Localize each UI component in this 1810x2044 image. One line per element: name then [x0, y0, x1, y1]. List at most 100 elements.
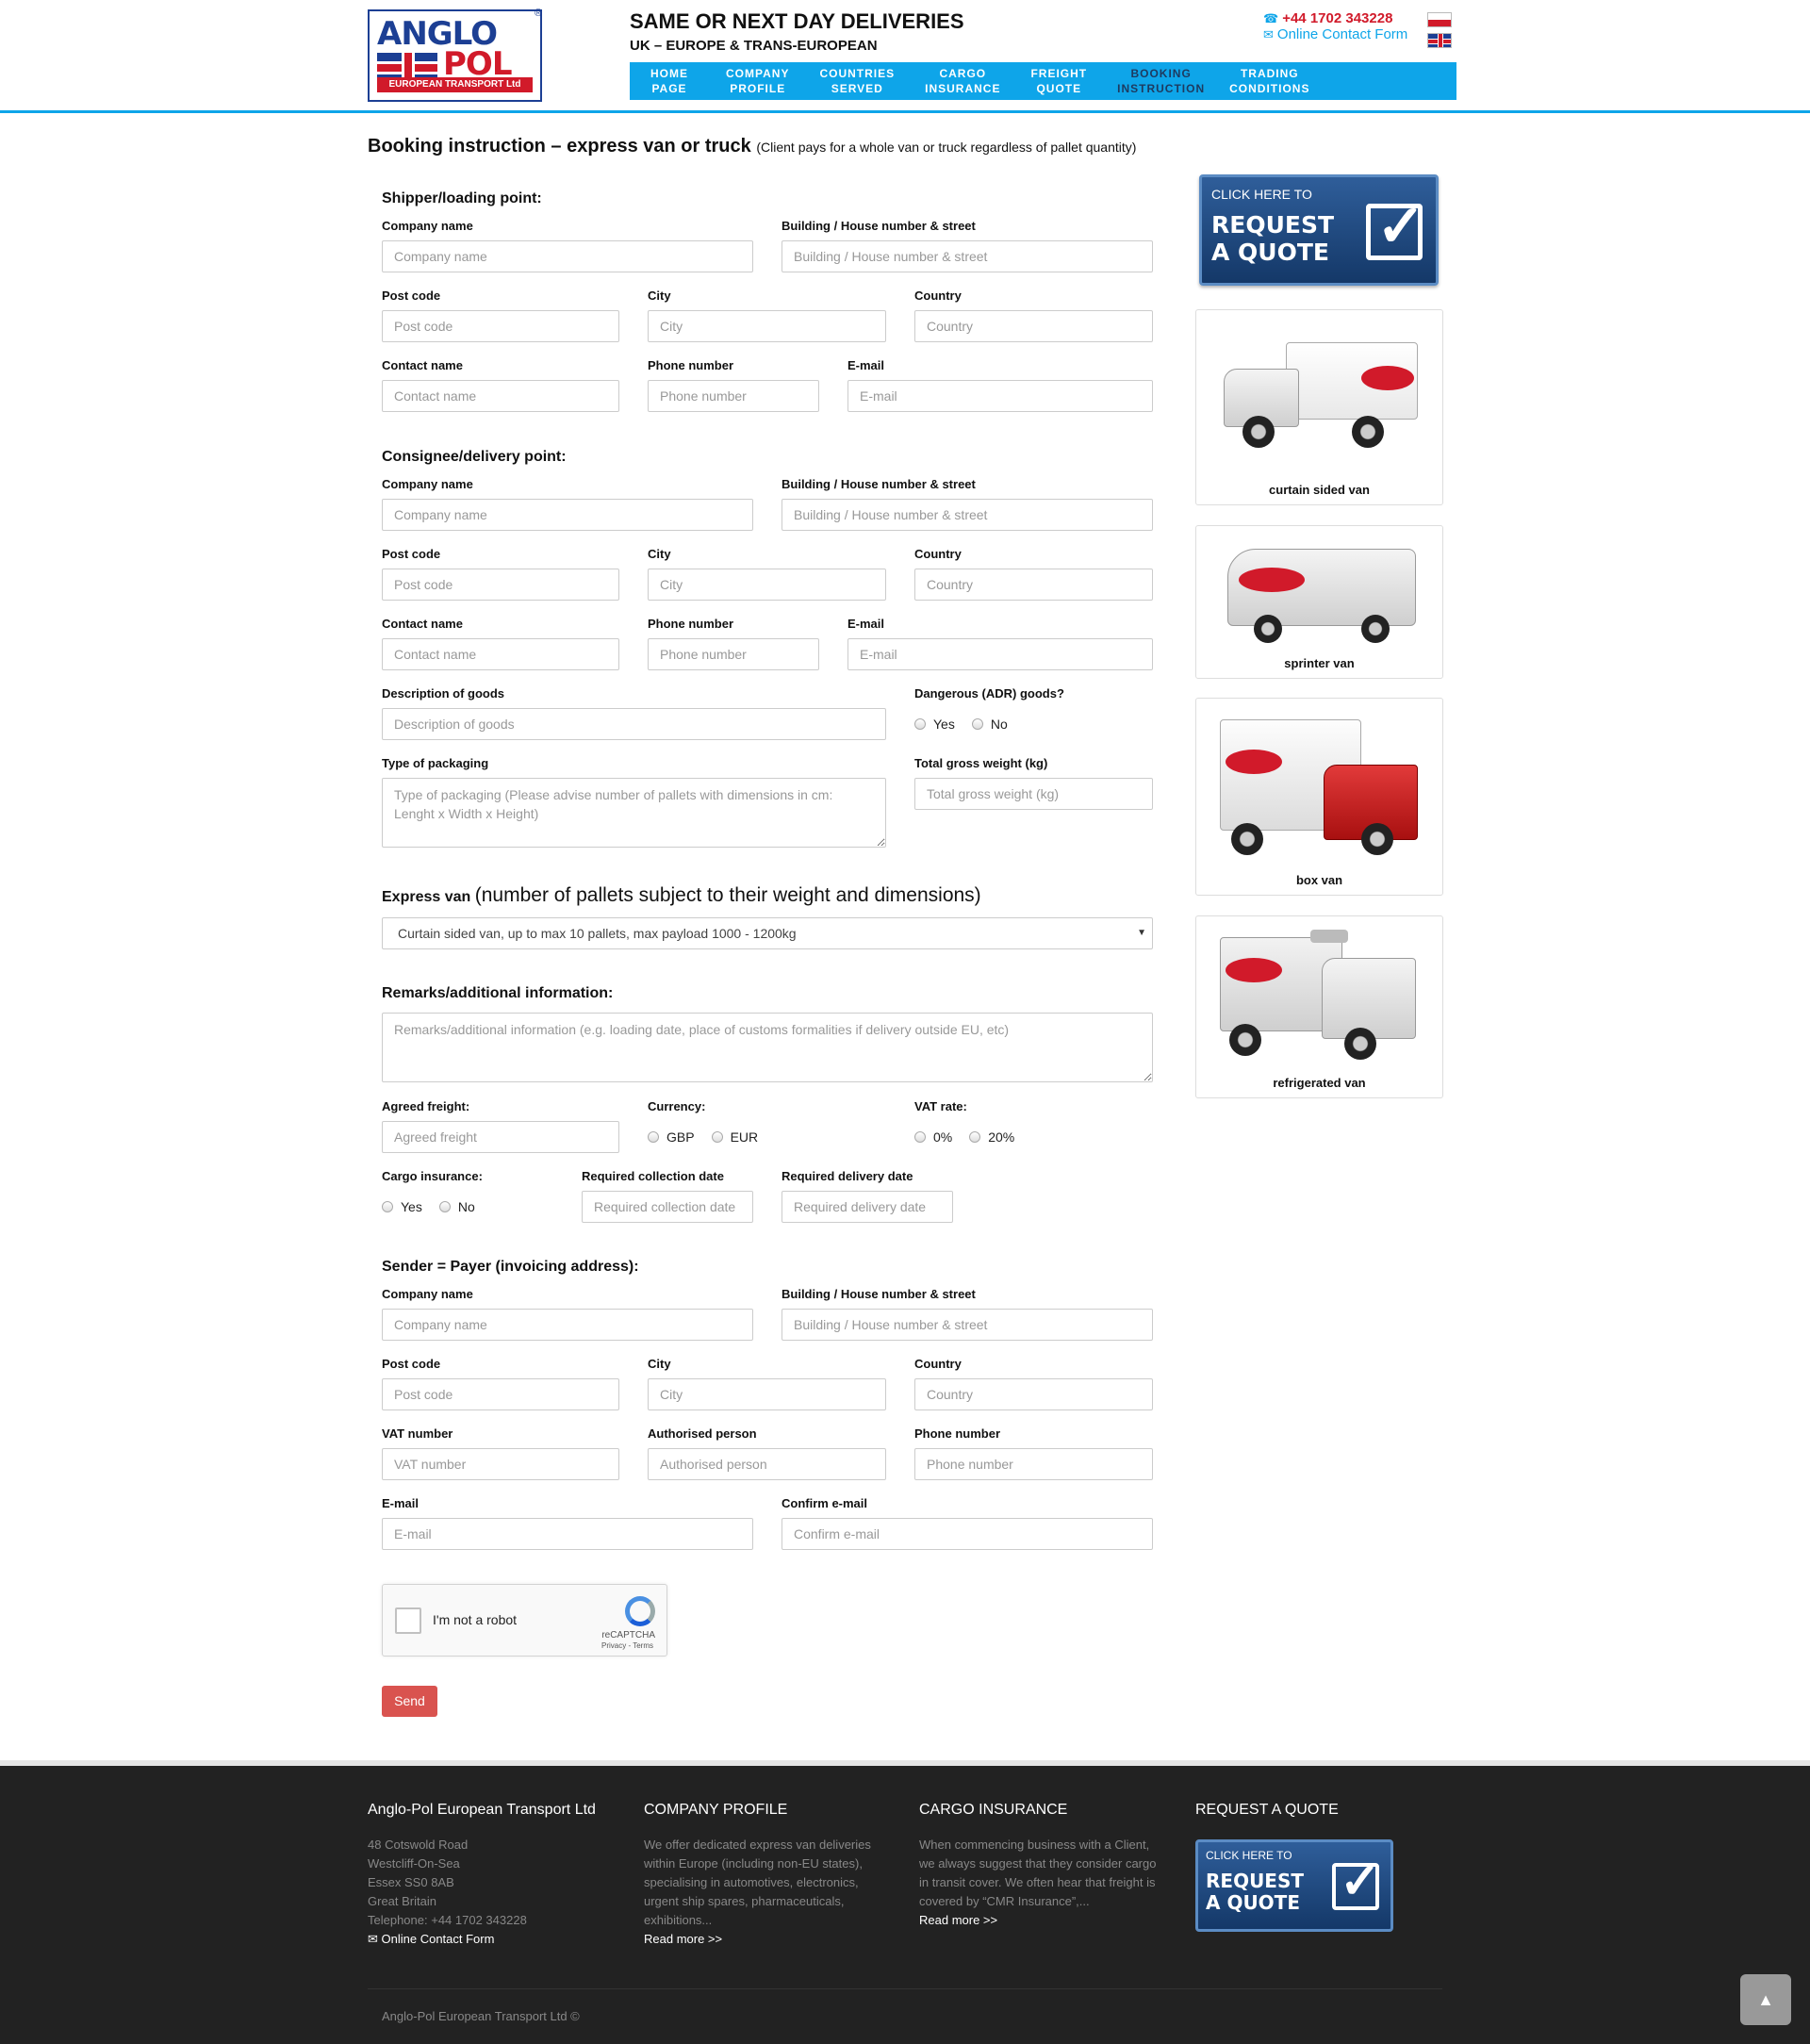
van-card-box[interactable]: box van — [1195, 698, 1443, 896]
sprinter-van-image — [1220, 539, 1423, 652]
consignee-city-input[interactable] — [648, 569, 886, 601]
phone-row[interactable]: ☎ +44 1702 343228 — [1263, 10, 1407, 26]
currency-eur-text: EUR — [730, 1129, 759, 1145]
vat-20-text: 20% — [988, 1129, 1015, 1145]
insurance-yes-text: Yes — [401, 1199, 422, 1214]
shipper-company-input[interactable] — [382, 240, 753, 272]
nav-trading-conditions[interactable]: TRADING CONDITIONS — [1216, 62, 1321, 100]
consignee-company-input[interactable] — [382, 499, 753, 531]
shipper-building-input[interactable] — [782, 240, 1153, 272]
shipper-contact-input[interactable] — [382, 380, 619, 412]
van-card-curtain[interactable]: curtain sided van — [1195, 309, 1443, 505]
van-wheel-front — [1361, 823, 1393, 855]
currency-gbp-radio[interactable] — [648, 1131, 659, 1143]
vat-20-option[interactable]: 20% — [969, 1129, 1014, 1145]
currency-eur-radio[interactable] — [711, 1131, 723, 1143]
nav-freight-quote[interactable]: FREIGHT QUOTE — [1012, 62, 1098, 100]
adr-yes-text: Yes — [933, 717, 955, 732]
shipper-email-input[interactable] — [847, 380, 1153, 412]
consignee-post-input[interactable] — [382, 569, 619, 601]
footer-address-line1: 48 Cotswold Road — [368, 1838, 469, 1852]
collection-date-input[interactable] — [582, 1191, 753, 1223]
sender-email-input[interactable] — [382, 1518, 753, 1550]
footer-insurance-read-more[interactable]: Read more >> — [919, 1911, 1166, 1930]
nav-countries-served[interactable]: COUNTRIES SERVED — [800, 62, 906, 100]
nav-home[interactable]: HOME PAGE — [639, 62, 699, 100]
recaptcha-widget: I'm not a robot reCAPTCHA Privacy - Term… — [382, 1584, 667, 1657]
consignee-contact-input[interactable] — [382, 638, 619, 670]
consignee-building-label: Building / House number & street — [782, 477, 976, 491]
registered-icon: ® — [534, 8, 542, 19]
consignee-phone-input[interactable] — [648, 638, 819, 670]
packaging-textarea[interactable] — [382, 778, 886, 848]
footer-profile-read-more[interactable]: Read more >> — [644, 1930, 891, 1949]
sender-confirm-email-input[interactable] — [782, 1518, 1153, 1550]
header-contact: ☎ +44 1702 343228 ✉ Online Contact Form — [1263, 10, 1407, 42]
vat-0-option[interactable]: 0% — [914, 1129, 952, 1145]
company-logo[interactable]: ANGLO POL EUROPEAN TRANSPORT Ltd ® — [368, 8, 542, 102]
sender-city-input[interactable] — [648, 1378, 886, 1410]
nav-company-profile[interactable]: COMPANY PROFILE — [699, 62, 800, 100]
contact-form-row[interactable]: ✉ Online Contact Form — [1263, 26, 1407, 42]
recaptcha-text: I'm not a robot — [433, 1612, 518, 1627]
van-logo-swoosh — [1361, 366, 1414, 390]
van-caption-sprinter: sprinter van — [1284, 656, 1355, 670]
consignee-country-input[interactable] — [914, 569, 1153, 601]
sender-country-input[interactable] — [914, 1378, 1153, 1410]
recaptcha-checkbox[interactable] — [395, 1607, 421, 1634]
consignee-email-input[interactable] — [847, 638, 1153, 670]
checkbox-check-icon — [1366, 191, 1425, 260]
nav-cargo-insurance[interactable]: CARGO INSURANCE — [906, 62, 1012, 100]
sender-post-input[interactable] — [382, 1378, 619, 1410]
page-subtitle: (Client pays for a whole van or truck re… — [756, 140, 1137, 155]
footer-quote-small: CLICK HERE TO — [1206, 1849, 1292, 1862]
recaptcha-links[interactable]: Privacy - Terms — [601, 1641, 653, 1650]
sender-vat-input[interactable] — [382, 1448, 619, 1480]
consignee-building-input[interactable] — [782, 499, 1153, 531]
sender-building-input[interactable] — [782, 1309, 1153, 1341]
insurance-no-option[interactable]: No — [438, 1199, 475, 1214]
footer-request-quote-banner[interactable]: CLICK HERE TO REQUEST A QUOTE — [1195, 1839, 1393, 1932]
vat-0-radio[interactable] — [914, 1131, 926, 1143]
vat-0-text: 0% — [933, 1129, 953, 1145]
shipper-city-input[interactable] — [648, 310, 886, 342]
footer-contact-form-link[interactable]: ✉ Online Contact Form — [368, 1930, 603, 1949]
sender-phone-input[interactable] — [914, 1448, 1153, 1480]
shipper-post-input[interactable] — [382, 310, 619, 342]
adr-yes-option[interactable]: Yes — [914, 717, 955, 732]
english-flag-icon[interactable] — [1427, 33, 1452, 48]
sender-auth-label: Authorised person — [648, 1426, 757, 1441]
adr-no-radio[interactable] — [971, 718, 983, 730]
insurance-yes-option[interactable]: Yes — [382, 1199, 422, 1214]
polish-flag-icon[interactable] — [1427, 12, 1452, 27]
sender-country-label: Country — [914, 1357, 962, 1371]
adr-yes-radio[interactable] — [914, 718, 926, 730]
delivery-date-input[interactable] — [782, 1191, 953, 1223]
goods-desc-input[interactable] — [382, 708, 886, 740]
scroll-to-top-button[interactable]: ▲ — [1740, 1974, 1791, 2025]
currency-gbp-option[interactable]: GBP — [648, 1129, 695, 1145]
van-type-select[interactable]: Curtain sided van, up to max 10 pallets,… — [382, 917, 1153, 949]
shipper-country-input[interactable] — [914, 310, 1153, 342]
contact-form-link[interactable]: Online Contact Form — [1277, 26, 1407, 42]
shipper-phone-input[interactable] — [648, 380, 819, 412]
adr-no-option[interactable]: No — [971, 717, 1008, 732]
weight-input[interactable] — [914, 778, 1153, 810]
remarks-textarea[interactable] — [382, 1013, 1153, 1082]
van-card-refrigerated[interactable]: refrigerated van — [1195, 915, 1443, 1098]
agreed-freight-input[interactable] — [382, 1121, 619, 1153]
sender-auth-input[interactable] — [648, 1448, 886, 1480]
currency-eur-option[interactable]: EUR — [711, 1129, 759, 1145]
shipper-contact-label: Contact name — [382, 358, 463, 372]
van-card-sprinter[interactable]: sprinter van — [1195, 525, 1443, 679]
sender-company-input[interactable] — [382, 1309, 753, 1341]
vat-20-radio[interactable] — [969, 1131, 981, 1143]
footer-profile-text: We offer dedicated express van deliverie… — [644, 1838, 871, 1927]
send-button[interactable]: Send — [382, 1686, 437, 1717]
insurance-yes-radio[interactable] — [382, 1201, 393, 1212]
request-quote-banner[interactable]: CLICK HERE TO REQUEST A QUOTE — [1199, 174, 1439, 286]
footer-col-profile: COMPANY PROFILE We offer dedicated expre… — [644, 1802, 891, 1949]
insurance-no-radio[interactable] — [438, 1201, 451, 1212]
nav-booking-instruction[interactable]: BOOKING INSTRUCTION — [1098, 62, 1216, 100]
footer-quote-big1: REQUEST — [1206, 1870, 1305, 1892]
